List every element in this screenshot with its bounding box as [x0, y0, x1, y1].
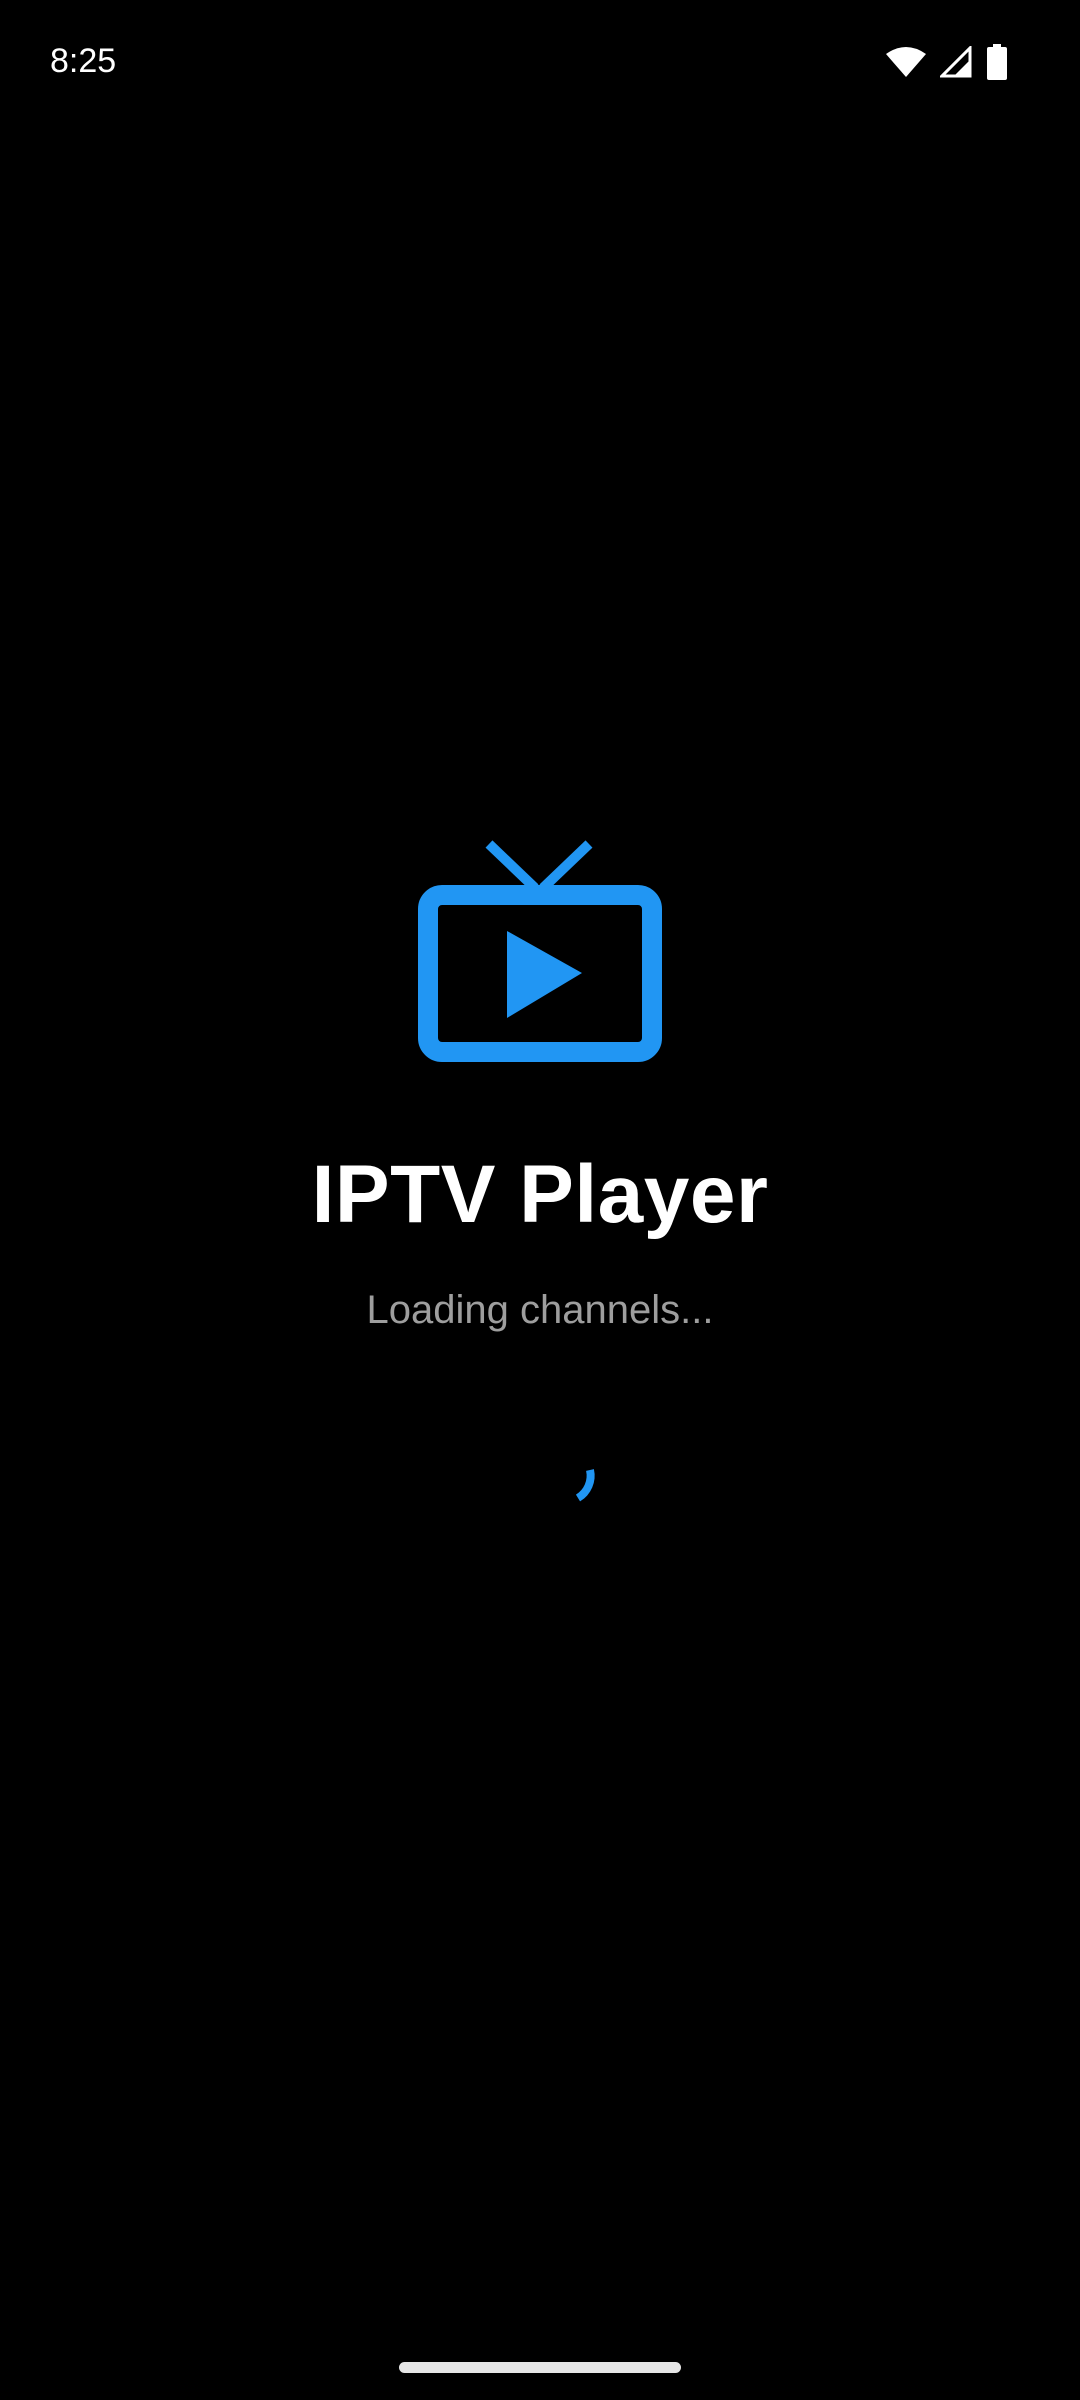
- cell-signal-icon: [940, 46, 972, 78]
- loading-spinner-icon: [540, 1456, 604, 1520]
- wifi-icon: [886, 46, 926, 78]
- splash-screen: 8:25 IPTV Player Loading channels...: [0, 0, 1080, 2400]
- battery-icon: [986, 44, 1008, 80]
- loading-status-text: Loading channels...: [366, 1288, 714, 1332]
- tv-play-icon: [417, 840, 663, 1062]
- app-title: IPTV Player: [311, 1149, 769, 1240]
- status-icons: [886, 44, 1008, 80]
- status-time: 8:25: [50, 42, 117, 80]
- status-bar: 8:25: [0, 0, 1080, 130]
- gesture-nav-handle[interactable]: [399, 2362, 681, 2373]
